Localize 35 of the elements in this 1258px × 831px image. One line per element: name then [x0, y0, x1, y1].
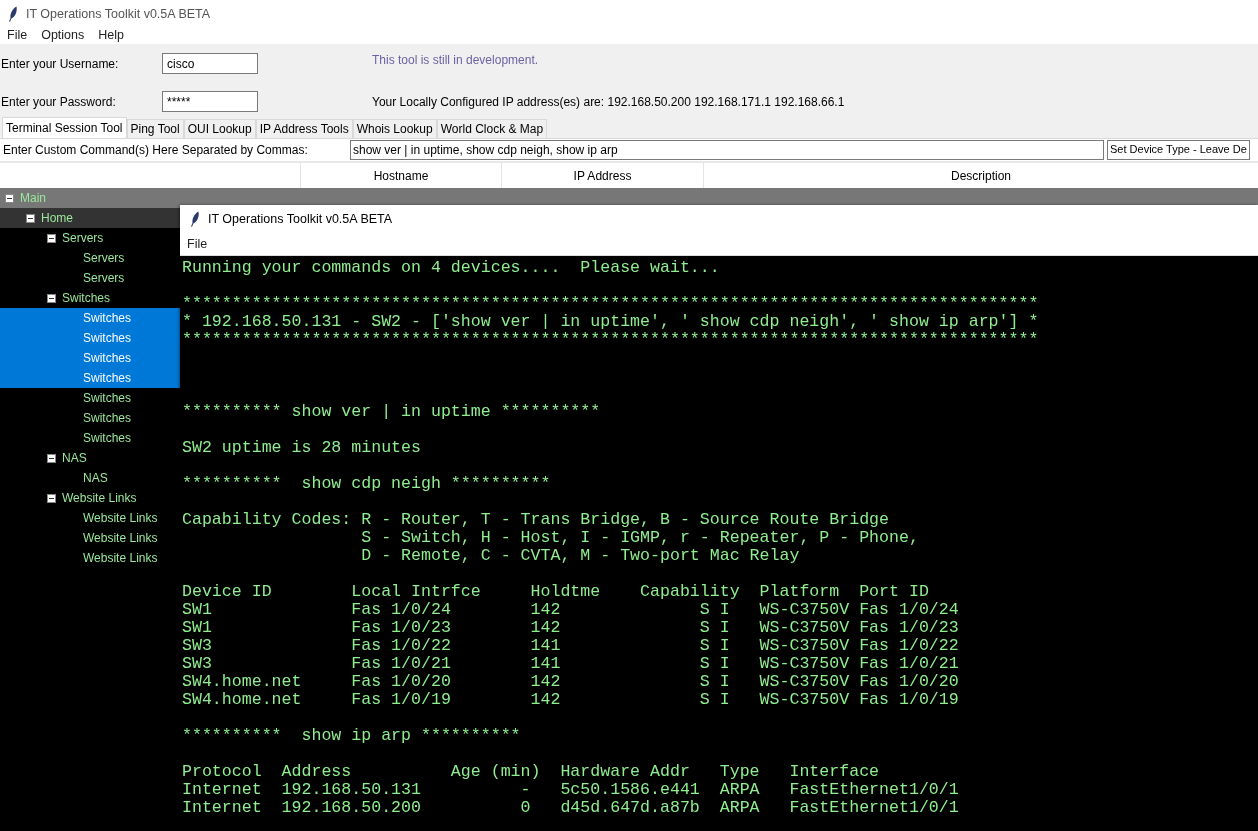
tree-item[interactable]: Switches	[0, 308, 180, 328]
tree-item[interactable]: Switches	[0, 348, 180, 368]
tab[interactable]: OUI Lookup	[183, 119, 256, 138]
username-label: Enter your Username:	[0, 56, 120, 71]
window-title: IT Operations Toolkit v0.5A BETA	[208, 212, 393, 226]
menu-item[interactable]: File	[180, 235, 215, 253]
collapse-icon[interactable]	[47, 293, 56, 303]
tree-item[interactable]: Home	[0, 208, 180, 228]
collapse-icon[interactable]	[47, 453, 56, 463]
collapse-icon[interactable]	[47, 493, 56, 503]
menu-item[interactable]: Help	[91, 27, 131, 44]
device-type-dropdown[interactable]: Set Device Type - Leave De	[1107, 140, 1250, 160]
tab[interactable]: World Clock & Map	[436, 119, 548, 138]
collapse-icon[interactable]	[5, 193, 14, 203]
tree-item[interactable]: Switches	[0, 368, 180, 388]
feather-icon	[190, 211, 200, 227]
password-label: Enter your Password:	[0, 94, 117, 109]
ip-address-info: Your Locally Configured IP address(es) are: 192.168.50.200 192.168.171.1 192.168.66.1	[372, 94, 846, 109]
tab[interactable]: IP Address Tools	[255, 119, 353, 138]
tree-item[interactable]: Switches	[0, 328, 180, 348]
collapse-icon[interactable]	[47, 233, 56, 243]
tab[interactable]: Whois Lookup	[352, 119, 437, 138]
menu-item[interactable]: File	[0, 27, 35, 44]
collapse-icon[interactable]	[26, 213, 35, 223]
command-field[interactable]: show ver | in uptime, show cdp neigh, show ip arp	[350, 140, 1104, 160]
development-notice: This tool is still in development.	[372, 53, 540, 67]
terminal-output: Running your commands on 4 devices.... Please wait... ************************************************************************************** * 192.168.50.131 - SW2 - ['show ver | in uptime', ' show cdp neigh', ' show ip arp'] * ************************************************************************************** ********** show ver | in uptime ********** SW2 uptime is 28 minutes ********** show cdp neigh ********** Capability Codes: R - Router, T - Trans Bridge, B - Source Route Bridge S - Switch, H - Host, I - IGMP, r - Repeater, P - Phone, D - Remote, C - CVTA, M - Two-port Mac Relay Device ID Local Intrfce Holdtme Capability Platform Port ID SW1 Fas 1/0/24 142 S I WS-C3750V Fas 1/0/24 SW1 Fas 1/0/23 142 S I WS-C3750V Fas 1/0/23 SW3 Fas 1/0/22 141 S I WS-C3750V Fas 1/0/22 SW3 Fas 1/0/21 141 S I WS-C3750V Fas 1/0/21 SW4.home.net Fas 1/0/20 142 S I WS-C3750V Fas 1/0/20 SW4.home.net Fas 1/0/19 142 S I WS-C3750V Fas 1/0/19 ********** show ip arp ********** Protocol Address Age (min) Hardware Addr Type Interface Internet 192.168.50.131 - 5c50.1586.e441 ARPA FastEthernet1/0/1 Internet 192.168.50.200 0 d45d.647d.a87b ARPA FastEthernet1/0/1	[182, 259, 1039, 817]
username-field[interactable]: cisco	[162, 53, 258, 74]
tab[interactable]: Terminal Session Tool	[2, 117, 127, 138]
feather-icon	[8, 5, 18, 22]
window-title: IT Operations Toolkit v0.5A BETA	[26, 6, 211, 21]
command-label: Enter Custom Command(s) Here Separated by Commas:	[2, 143, 309, 157]
menu-item[interactable]: Options	[34, 27, 92, 44]
tab[interactable]: Ping Tool	[126, 119, 184, 138]
password-field[interactable]: *****	[162, 91, 258, 112]
